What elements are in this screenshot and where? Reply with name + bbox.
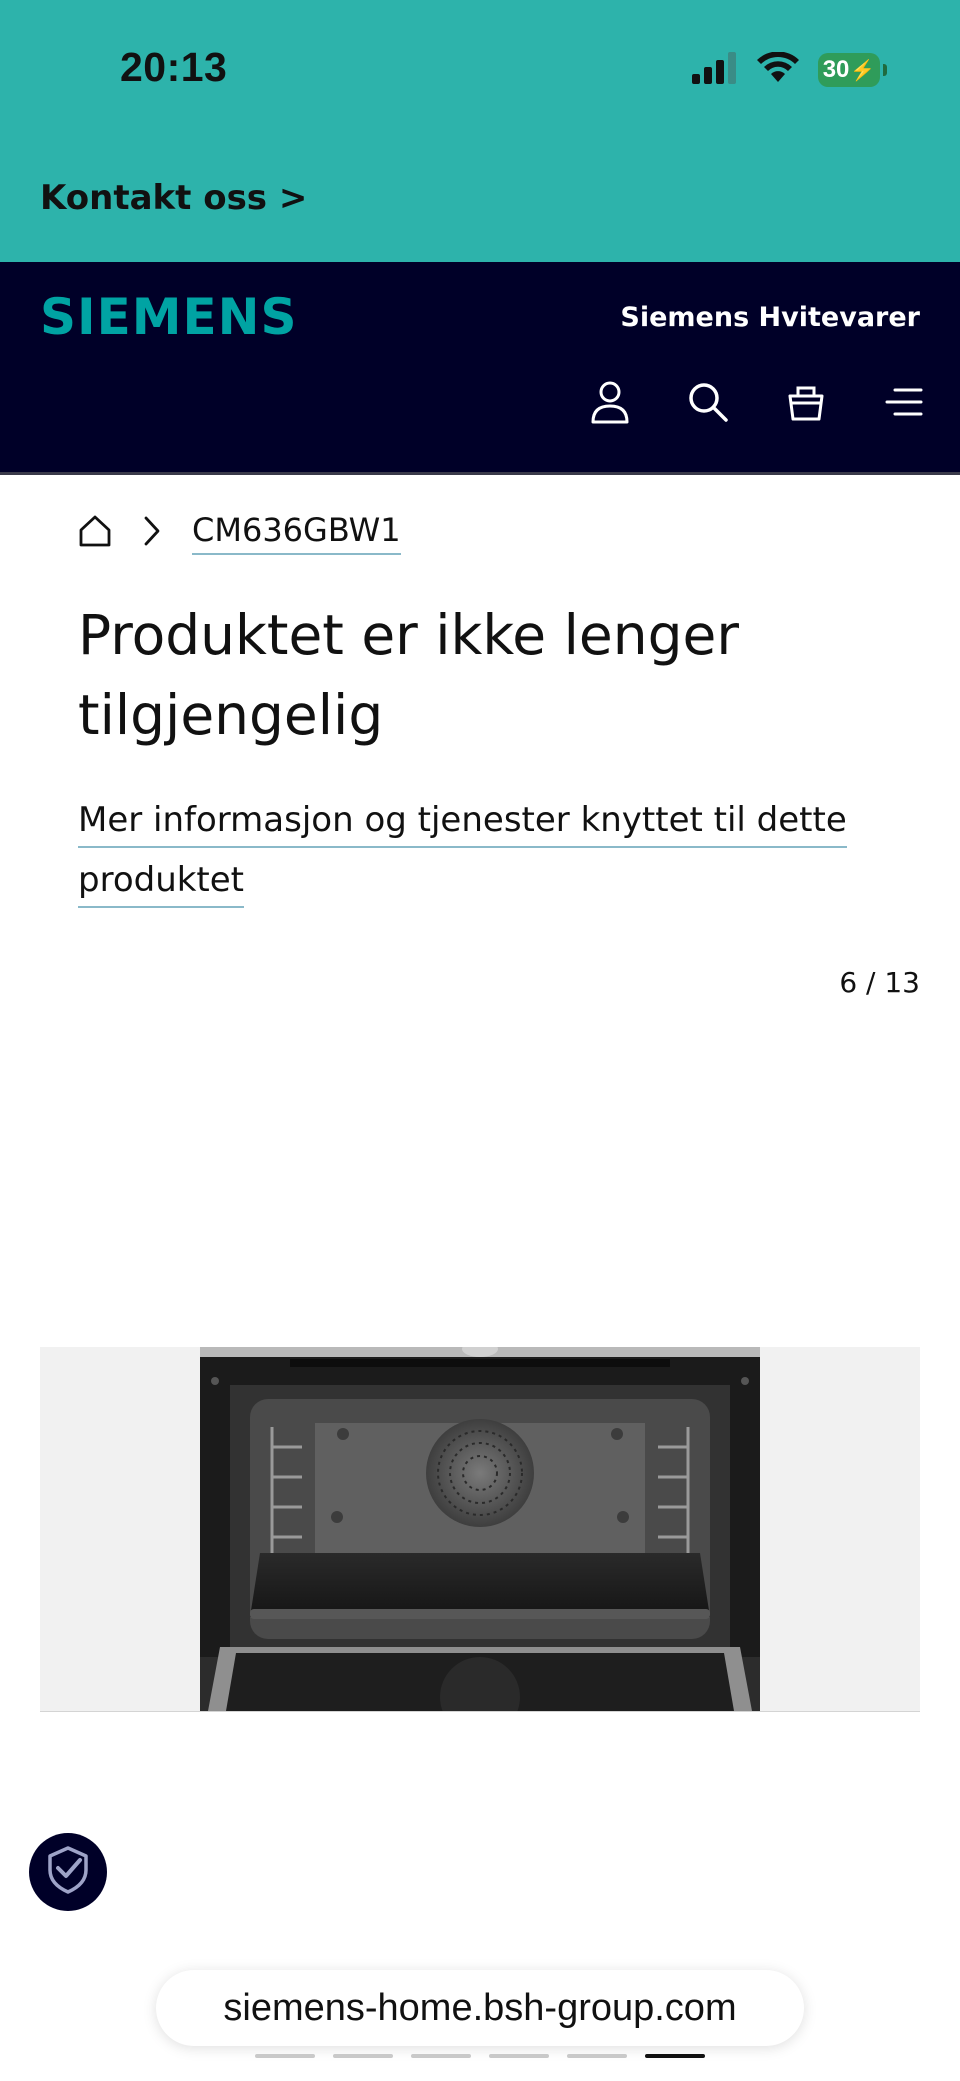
gallery-counter: 6 / 13 [839, 966, 920, 999]
product-info-link[interactable]: Mer informasjon og tjenester knyttet til… [78, 790, 878, 910]
breadcrumb: CM636GBW1 [78, 508, 401, 558]
browser-url: siemens-home.bsh-group.com [223, 1986, 737, 2029]
chevron-right-icon [142, 514, 162, 552]
menu-icon[interactable] [876, 374, 932, 430]
tab-indicator[interactable] [489, 2054, 549, 2058]
basket-icon[interactable] [778, 374, 834, 430]
tab-indicator-active[interactable] [645, 2054, 705, 2058]
battery-charging-icon: 30 ⚡ [818, 53, 887, 87]
trust-badge[interactable] [29, 1833, 107, 1911]
wifi-icon [756, 51, 800, 88]
breadcrumb-product[interactable]: CM636GBW1 [192, 511, 401, 555]
status-and-contact-bar: 20:13 30 ⚡ Kontakt oss > [0, 0, 960, 262]
browser-url-bar[interactable]: siemens-home.bsh-group.com [156, 1970, 804, 2046]
page-title: Produktet er ikke lenger tilgjengelig [78, 603, 739, 747]
search-icon[interactable] [680, 374, 736, 430]
header-divider [0, 472, 960, 475]
product-image[interactable] [40, 1347, 920, 1712]
header-actions [582, 374, 932, 430]
signal-icon [692, 52, 738, 88]
tab-indicator[interactable] [333, 2054, 393, 2058]
browser-tab-indicators [255, 2054, 705, 2058]
tab-indicator[interactable] [411, 2054, 471, 2058]
status-icons: 30 ⚡ [692, 50, 887, 90]
site-header: SIEMENS Siemens Hvitevarer [0, 262, 960, 474]
battery-level: 30 [822, 56, 850, 83]
siemens-logo[interactable]: SIEMENS [40, 288, 298, 346]
tab-indicator[interactable] [255, 2054, 315, 2058]
contact-us-link[interactable]: Kontakt oss > [40, 178, 307, 218]
shield-check-icon [42, 1844, 94, 1900]
brand-tagline: Siemens Hvitevarer [620, 302, 920, 333]
home-icon[interactable] [78, 514, 112, 552]
user-icon[interactable] [582, 374, 638, 430]
status-time: 20:13 [120, 44, 228, 90]
product-info-link-label: Mer informasjon og tjenester knyttet til… [78, 800, 847, 908]
tab-indicator[interactable] [567, 2054, 627, 2058]
